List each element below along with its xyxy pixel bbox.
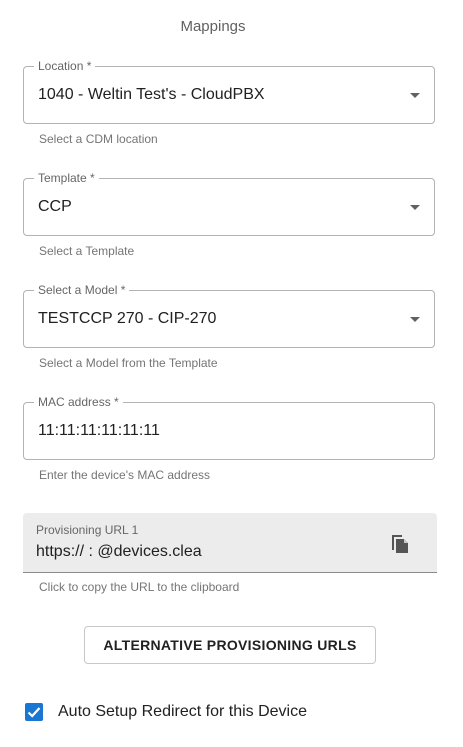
checkmark-icon [27, 707, 41, 718]
location-label: Location * [34, 59, 96, 73]
mac-address-helper: Enter the device's MAC address [39, 468, 211, 482]
location-value: 1040 - Weltin Test's - CloudPBX [38, 86, 265, 103]
template-value: CCP [38, 198, 72, 215]
model-value: TESTCCP 270 - CIP-270 [38, 310, 217, 327]
provisioning-url-helper: Click to copy the URL to the clipboard [39, 580, 240, 594]
auto-setup-redirect-checkbox[interactable] [25, 703, 43, 721]
mac-address-value[interactable]: 11:11:11:11:11:11 [38, 422, 160, 440]
chevron-down-icon[interactable] [410, 317, 420, 322]
chevron-down-icon[interactable] [410, 205, 420, 210]
template-helper: Select a Template [39, 244, 135, 258]
auto-setup-redirect-label: Auto Setup Redirect for this Device [58, 703, 308, 720]
template-select[interactable]: Template * CCP [23, 171, 435, 236]
model-label: Select a Model * [34, 283, 130, 297]
alternative-provisioning-urls-button[interactable]: ALTERNATIVE PROVISIONING URLS [84, 626, 376, 664]
location-helper: Select a CDM location [39, 132, 158, 146]
model-select[interactable]: Select a Model * TESTCCP 270 - CIP-270 [23, 283, 435, 348]
provisioning-url-value[interactable]: https:// : @devices.clea [36, 543, 366, 561]
page-title: Mappings [180, 18, 246, 35]
chevron-down-icon[interactable] [410, 93, 420, 98]
provisioning-url-label: Provisioning URL 1 [36, 523, 139, 537]
mac-address-field[interactable]: MAC address * 11:11:11:11:11:11 [23, 395, 435, 460]
model-helper: Select a Model from the Template [39, 356, 218, 370]
copy-icon[interactable] [389, 531, 411, 555]
location-select[interactable]: Location * 1040 - Weltin Test's - CloudP… [23, 59, 435, 124]
mac-address-label: MAC address * [34, 395, 123, 409]
provisioning-url-field[interactable]: Provisioning URL 1 https:// : @devices.c… [23, 513, 437, 573]
template-label: Template * [34, 171, 99, 185]
